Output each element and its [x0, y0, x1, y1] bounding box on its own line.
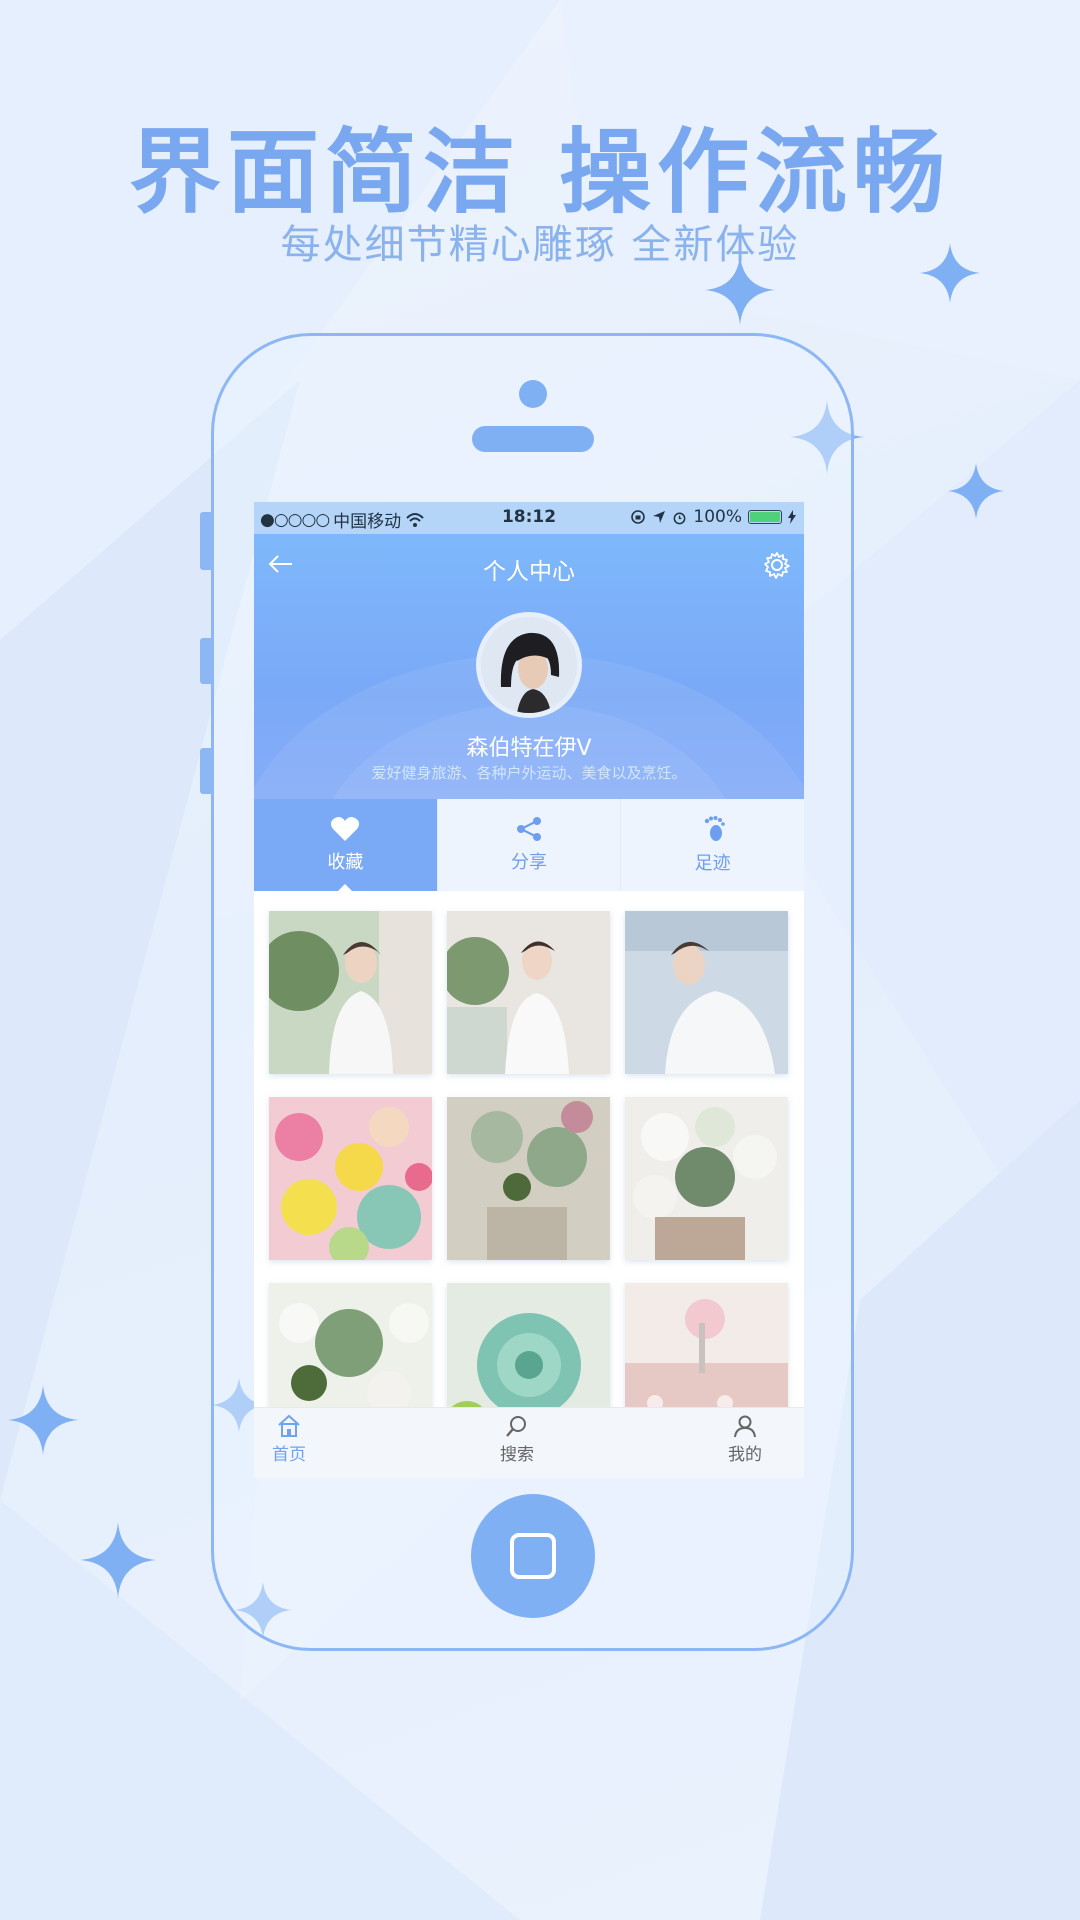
search-icon	[506, 1416, 526, 1437]
home-icon	[278, 1414, 300, 1437]
nav-item-home[interactable]: 首页	[272, 1414, 306, 1465]
footprint-icon	[704, 816, 725, 841]
battery-percent: 100%	[693, 507, 742, 527]
photo-thumbnail[interactable]	[625, 911, 788, 1074]
alarm-icon	[673, 512, 686, 524]
gear-icon[interactable]	[762, 550, 792, 580]
profile-icon	[734, 1415, 756, 1438]
profile-tabs: 收藏 分享 足迹	[254, 799, 804, 892]
location-icon	[653, 511, 666, 523]
sparkle-icon	[920, 243, 980, 303]
heart-icon	[331, 817, 360, 841]
sparkle-icon	[80, 1522, 156, 1598]
phone-side-button	[200, 512, 212, 570]
photo-thumbnail[interactable]	[447, 1097, 610, 1260]
charging-icon	[788, 510, 796, 524]
photo-thumbnail[interactable]	[269, 1097, 432, 1260]
nav-label: 搜索	[500, 1445, 534, 1465]
phone-speaker	[472, 426, 594, 452]
app-screen: ●○○○○ 中国移动 18:12 100% 个人中心 森伯特在伊V 爱好健身旅游…	[254, 502, 804, 1478]
tab-label: 足迹	[694, 853, 731, 874]
bottom-nav: 首页 搜索 我的	[254, 1407, 804, 1478]
status-bar: ●○○○○ 中国移动 18:12 100%	[254, 502, 804, 534]
subheadline: 每处细节精心雕琢 全新体验	[280, 222, 800, 268]
sparkle-icon	[705, 255, 775, 325]
avatar[interactable]	[476, 612, 582, 718]
phone-side-button	[200, 748, 212, 794]
phone-side-button	[200, 638, 212, 684]
tab-share[interactable]: 分享	[436, 799, 621, 891]
photo-thumbnail[interactable]	[447, 911, 610, 1074]
photo-thumbnail[interactable]	[625, 1097, 788, 1260]
username: 森伯特在伊V	[466, 736, 592, 761]
sparkle-icon	[948, 463, 1004, 519]
favorites-grid	[254, 891, 804, 1446]
nav-label: 我的	[728, 1445, 762, 1465]
tab-label: 分享	[511, 852, 547, 873]
profile-header: 个人中心 森伯特在伊V 爱好健身旅游、各种户外运动、美食以及烹饪。	[254, 534, 804, 799]
tab-footprints[interactable]: 足迹	[620, 799, 804, 891]
tab-label: 收藏	[327, 852, 364, 873]
page-title: 个人中心	[483, 559, 575, 585]
share-icon	[517, 817, 541, 841]
phone-home-button[interactable]	[471, 1494, 595, 1618]
phone-camera	[519, 380, 547, 408]
rotation-lock-icon	[631, 510, 646, 524]
nav-item-profile[interactable]: 我的	[728, 1414, 762, 1465]
tab-favorites[interactable]: 收藏	[254, 799, 437, 892]
nav-item-search[interactable]: 搜索	[500, 1414, 534, 1465]
battery-icon	[748, 510, 782, 524]
photo-thumbnail[interactable]	[269, 911, 432, 1074]
nav-label: 首页	[272, 1445, 306, 1465]
user-bio: 爱好健身旅游、各种户外运动、美食以及烹饪。	[371, 764, 687, 782]
sparkle-icon	[8, 1385, 78, 1455]
